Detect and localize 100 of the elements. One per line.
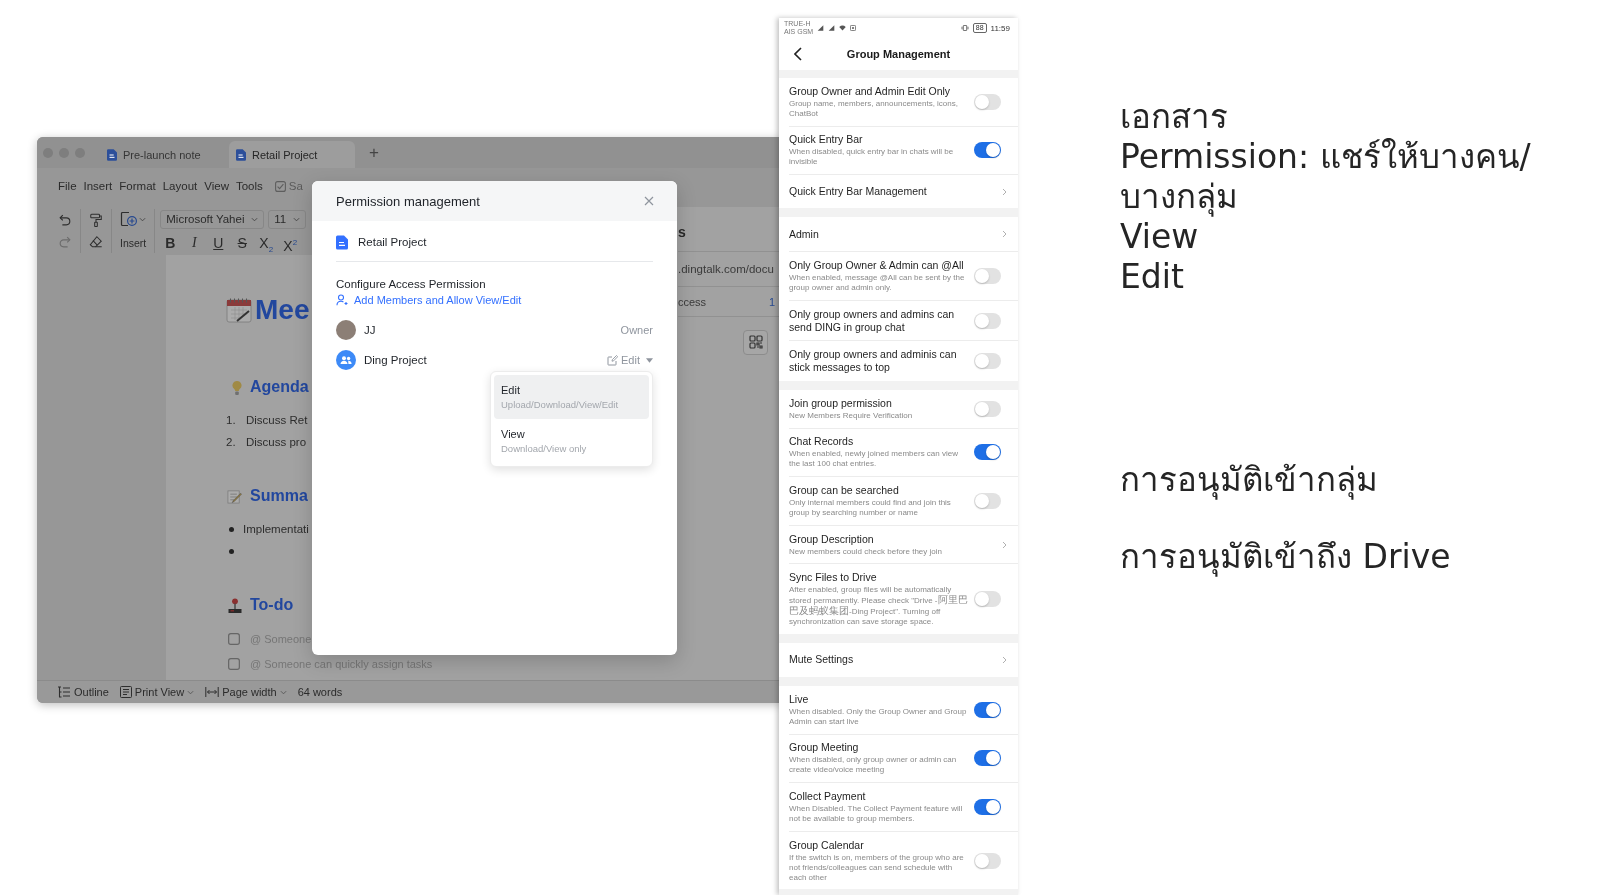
add-members-link[interactable]: Add Members and Allow View/Edit [336, 292, 522, 308]
toggle-switch[interactable] [974, 353, 1001, 370]
toggle-switch[interactable] [974, 400, 1001, 417]
superscript-button[interactable]: X$^{2}$ [280, 233, 301, 253]
settings-link-row[interactable]: Mute Settings [789, 642, 1018, 677]
notepad-icon [227, 488, 242, 504]
menu-item[interactable]: Layout [162, 180, 198, 192]
checkbox-icon[interactable] [228, 658, 240, 670]
setting-title: Collect Payment [789, 789, 867, 803]
chevron-right-icon [1002, 540, 1007, 549]
caret-icon [293, 216, 301, 222]
strikethrough-button[interactable]: S [232, 233, 253, 253]
settings-link-row[interactable]: Admin [789, 217, 1018, 252]
bullet-icon [229, 526, 234, 532]
caret-icon [279, 689, 287, 695]
new-tab-button[interactable]: + [369, 144, 379, 161]
subscript-button[interactable]: X$_{2}$ [256, 233, 277, 253]
toggle-switch[interactable] [974, 93, 1001, 110]
settings-link-row[interactable]: Quick Entry Bar Management [789, 174, 1018, 209]
font-size-dropdown[interactable]: 11 [268, 209, 307, 229]
access-value: 1 [768, 295, 775, 308]
tab[interactable]: Pre-launch note [100, 141, 226, 168]
joystick-icon [228, 597, 242, 613]
menu-item[interactable]: View [204, 180, 229, 192]
document-icon [336, 234, 348, 250]
vibration-icon [960, 25, 969, 31]
menu-item[interactable]: Insert [83, 180, 113, 192]
menu-item[interactable]: Format [119, 180, 156, 192]
insert-button[interactable]: Insert [120, 209, 147, 253]
outline-button[interactable]: Outline [57, 686, 109, 698]
page-icon [119, 686, 132, 698]
underline-button[interactable]: U [208, 233, 229, 253]
checkbox-icon[interactable] [274, 180, 286, 192]
setting-title: Group Owner and Admin Edit Only [789, 84, 952, 98]
setting-description: After enabled, group files will be automatically stored permanently. Please check "Drive -阿里巴巴及蚂蚁集团-Ding Project". Turning off synchronization can save storage space. [789, 585, 968, 628]
bullet-icon [229, 548, 234, 554]
setting-description: New Members Require Verification [789, 410, 914, 421]
caret-icon [139, 216, 147, 222]
avatar-photo [336, 320, 356, 340]
setting-description: When disabled, only group owner or admin can create video/voice meeting [789, 755, 958, 776]
document-title: Mee [255, 293, 310, 327]
toggle-switch[interactable] [974, 798, 1001, 815]
toggle-switch[interactable] [974, 591, 1001, 608]
chevron-right-icon [1002, 230, 1007, 239]
caret-icon [251, 216, 259, 222]
toggle-switch[interactable] [974, 142, 1001, 159]
group-avatar-icon [336, 350, 356, 370]
back-icon[interactable] [794, 47, 802, 61]
page-width-dropdown[interactable]: Page width [205, 686, 287, 698]
setting-description: When disabled, quick entry bar in chats will be invisible [789, 147, 955, 168]
menu-item[interactable]: Tools [235, 180, 263, 192]
insert-icon [120, 211, 138, 227]
undo-icon[interactable] [58, 213, 72, 227]
setting-title: Join group permission [789, 396, 893, 410]
toggle-switch[interactable] [974, 492, 1001, 509]
permission-dropdown[interactable]: Edit [607, 354, 653, 366]
view-mode-dropdown[interactable]: Print View [119, 686, 195, 698]
caret-icon [646, 357, 653, 363]
eraser-icon[interactable] [89, 235, 103, 249]
toggle-switch[interactable] [974, 852, 1001, 869]
dialog-title: Permission management [336, 193, 480, 209]
member-name: Ding Project [364, 354, 427, 366]
section-heading: Summa [250, 487, 308, 505]
permission-option[interactable]: Edit Upload/Download/View/Edit [494, 375, 649, 419]
toggle-switch[interactable] [974, 312, 1001, 329]
permission-option[interactable]: View Download/View only [494, 419, 649, 463]
screen-title: Group Management [845, 48, 952, 60]
note-text: บางกลุ่ม [1120, 177, 1238, 217]
tab[interactable]: Retail Project [229, 141, 355, 168]
bold-button[interactable]: B [160, 233, 181, 253]
note-text: เอกสาร [1120, 97, 1228, 137]
settings-link-row[interactable]: Group Description New members could check before they join [789, 524, 1018, 564]
font-dropdown[interactable]: Microsoft Yahei [160, 209, 265, 229]
list-number: 1. [226, 414, 237, 426]
edit-icon [607, 354, 619, 366]
qr-code-button[interactable] [743, 329, 768, 355]
close-icon[interactable] [644, 196, 654, 206]
setting-description: When enabled, newly joined members can view the last 100 chat entries. [789, 449, 959, 470]
paint-roller-icon[interactable] [89, 213, 103, 227]
menu-item[interactable]: File [58, 180, 77, 192]
note-text: Edit [1120, 257, 1184, 297]
wifi-icon [839, 25, 847, 31]
document-icon [236, 148, 246, 161]
redo-icon[interactable] [58, 235, 72, 249]
setting-title: Group Meeting [789, 741, 860, 755]
setting-title: Only group owners and adminis can stick messages to top [789, 348, 958, 375]
setting-title: Only group owners and admins can send DING in group chat [789, 307, 956, 334]
setting-description: When Disabled. The Collect Payment feature will not be available to group members. [789, 803, 964, 824]
note-text: View [1120, 217, 1199, 257]
section-heading: Agenda [250, 378, 309, 396]
section-title: Configure Access Permission [336, 277, 487, 292]
setting-description: Group name, members, announcements, icons, ChatBot [789, 98, 959, 119]
italic-button[interactable]: I [184, 233, 205, 253]
toggle-switch[interactable] [974, 701, 1001, 718]
fit-width-icon [205, 686, 220, 698]
document-icon [107, 148, 117, 161]
checkbox-icon[interactable] [228, 633, 240, 645]
toggle-switch[interactable] [974, 268, 1001, 284]
toggle-switch[interactable] [974, 444, 1001, 461]
toggle-switch[interactable] [974, 750, 1001, 767]
